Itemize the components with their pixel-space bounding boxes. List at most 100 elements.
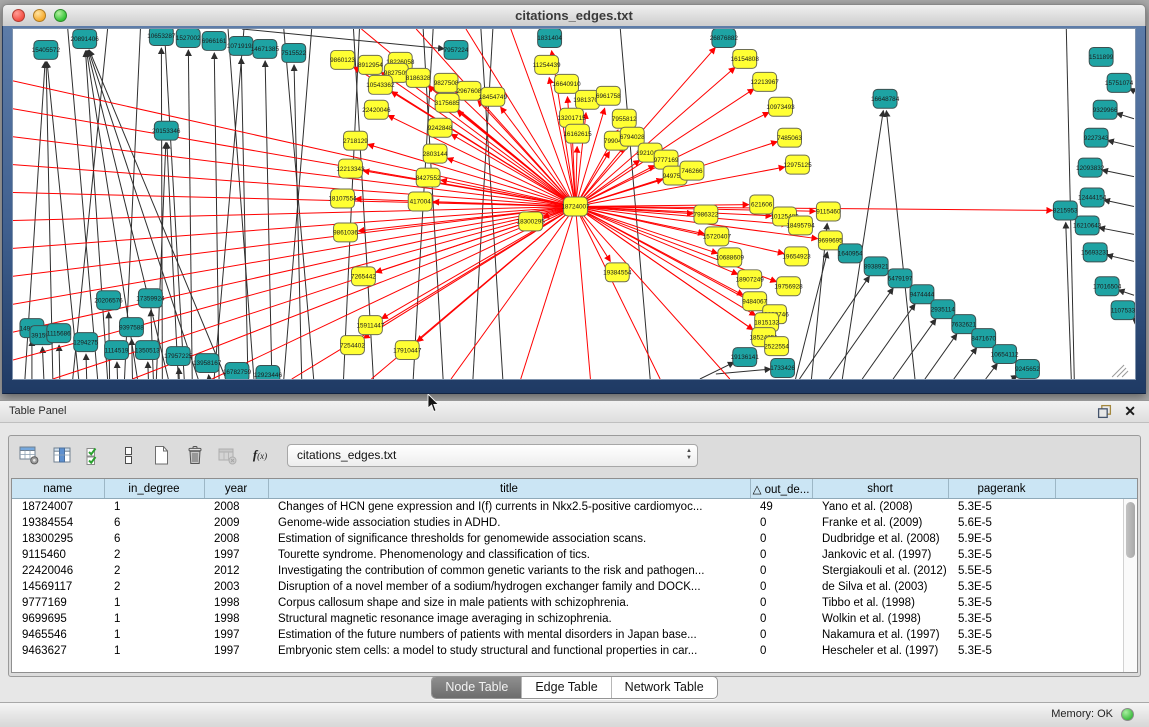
table-cell[interactable]: 1 bbox=[104, 595, 204, 611]
graph-node[interactable]: 8471670 bbox=[971, 329, 996, 348]
table-row[interactable]: 969969511998Structural magnetic resonanc… bbox=[12, 611, 1137, 627]
graph-edge[interactable] bbox=[13, 208, 570, 332]
graph-edge[interactable] bbox=[86, 354, 87, 379]
table-cell[interactable]: 0 bbox=[750, 579, 812, 595]
table-cell[interactable]: 2 bbox=[104, 579, 204, 595]
graph-node[interactable]: 9860123 bbox=[330, 50, 355, 69]
graph-edge[interactable] bbox=[161, 48, 162, 379]
graph-edge[interactable] bbox=[796, 252, 828, 379]
delete-icon[interactable] bbox=[182, 444, 206, 466]
table-cell[interactable]: 0 bbox=[750, 515, 812, 531]
graph-node[interactable]: 9474444 bbox=[910, 285, 935, 304]
table-cell[interactable]: 0 bbox=[750, 595, 812, 611]
graph-node[interactable]: 19654923 bbox=[782, 247, 811, 266]
table-cell[interactable]: 2009 bbox=[204, 515, 268, 531]
graph-edge[interactable] bbox=[1066, 222, 1072, 379]
graph-node[interactable]: 9861036 bbox=[333, 223, 358, 242]
graph-node[interactable]: 6966161 bbox=[202, 31, 227, 50]
graph-edge[interactable] bbox=[117, 362, 118, 379]
table-cell[interactable]: 1997 bbox=[204, 547, 268, 563]
close-window-icon[interactable] bbox=[12, 9, 25, 22]
graph-node[interactable]: 7955812 bbox=[612, 109, 637, 128]
graph-node[interactable]: 1527002 bbox=[176, 29, 201, 47]
graph-edge[interactable] bbox=[73, 29, 108, 379]
graph-node[interactable]: 7515522 bbox=[281, 43, 306, 62]
table-cell[interactable]: 1997 bbox=[204, 627, 268, 643]
graph-node[interactable]: 6479197 bbox=[888, 269, 913, 288]
table-cell[interactable]: 14569117 bbox=[12, 579, 104, 595]
table-cell[interactable]: 0 bbox=[750, 627, 812, 643]
column-header-out_de[interactable]: △ out_de... bbox=[750, 479, 812, 499]
graph-node[interactable]: 16640910 bbox=[552, 74, 581, 93]
select-all-icon[interactable] bbox=[83, 444, 107, 466]
table-cell[interactable]: Yano et al. (2008) bbox=[812, 499, 948, 516]
graph-node[interactable]: 13958167 bbox=[193, 354, 222, 373]
graph-node[interactable]: 26876882 bbox=[710, 29, 739, 47]
table-row[interactable]: 911546021997Tourette syndrome. Phenomeno… bbox=[12, 547, 1137, 563]
table-cell[interactable]: Disruption of a novel member of a sodium… bbox=[268, 579, 750, 595]
float-window-icon[interactable] bbox=[1097, 404, 1112, 419]
graph-node[interactable]: 14671385 bbox=[251, 39, 280, 58]
table-cell[interactable]: 2012 bbox=[204, 563, 268, 579]
table-cell[interactable]: 5.3E-5 bbox=[948, 627, 1055, 643]
graph-edge[interactable] bbox=[214, 29, 244, 379]
table-cell[interactable]: 0 bbox=[750, 547, 812, 563]
table-cell[interactable]: 9115460 bbox=[12, 547, 104, 563]
table-cell[interactable]: Franke et al. (2009) bbox=[812, 515, 948, 531]
zoom-window-icon[interactable] bbox=[54, 9, 67, 22]
function-icon[interactable]: f(x) bbox=[248, 444, 272, 466]
table-cell[interactable]: 9463627 bbox=[12, 643, 104, 659]
graph-node[interactable]: 20891406 bbox=[71, 29, 100, 48]
graph-node[interactable]: 9827508 bbox=[434, 73, 459, 92]
graph-node[interactable]: 22420046 bbox=[362, 100, 391, 119]
table-cell[interactable]: 2008 bbox=[204, 531, 268, 547]
column-header-pagerank[interactable]: pagerank bbox=[948, 479, 1055, 499]
graph-node[interactable]: 20153346 bbox=[152, 121, 181, 140]
table-cell[interactable]: 1 bbox=[104, 611, 204, 627]
table-cell[interactable]: Dudbridge et al. (2008) bbox=[812, 531, 948, 547]
graph-node[interactable]: 16648784 bbox=[871, 89, 900, 108]
table-cell[interactable]: 5.3E-5 bbox=[948, 611, 1055, 627]
graph-edge[interactable] bbox=[1117, 113, 1134, 118]
graph-node[interactable]: 19756928 bbox=[774, 277, 803, 296]
graph-node[interactable]: 10543362 bbox=[366, 75, 395, 94]
graph-node[interactable]: 20206576 bbox=[94, 291, 123, 310]
graph-edge[interactable] bbox=[580, 214, 610, 261]
graph-edge[interactable] bbox=[478, 100, 570, 200]
graph-node[interactable]: 2718129 bbox=[343, 131, 368, 150]
table-cell[interactable]: 6 bbox=[104, 531, 204, 547]
new-file-icon[interactable] bbox=[149, 444, 173, 466]
graph-node[interactable]: 12975125 bbox=[783, 155, 812, 174]
table-cell[interactable]: 2008 bbox=[204, 499, 268, 516]
table-cell[interactable]: 5.3E-5 bbox=[948, 643, 1055, 659]
graph-node[interactable]: 18107554 bbox=[328, 189, 357, 208]
table-cell[interactable]: Corpus callosum shape and size in male p… bbox=[268, 595, 750, 611]
graph-node[interactable]: 19384554 bbox=[603, 263, 632, 282]
graph-edge[interactable] bbox=[581, 147, 624, 200]
graph-node[interactable]: 18454749 bbox=[479, 87, 508, 106]
table-scrollbar[interactable] bbox=[1123, 499, 1137, 672]
table-cell[interactable]: 1998 bbox=[204, 611, 268, 627]
graph-edge[interactable] bbox=[986, 364, 998, 379]
graph-node[interactable]: 18300295 bbox=[517, 212, 546, 231]
table-cell[interactable]: Stergiakouli et al. (2012) bbox=[812, 563, 948, 579]
table-cell[interactable]: Estimation of significance thresholds fo… bbox=[268, 531, 750, 547]
close-panel-icon[interactable]: ✕ bbox=[1124, 402, 1136, 421]
graph-node[interactable]: 17957225 bbox=[164, 347, 193, 366]
graph-node[interactable]: 12093832 bbox=[1076, 158, 1105, 177]
table-cell[interactable]: 5.3E-5 bbox=[948, 579, 1055, 595]
graph-node[interactable]: 15693231 bbox=[1081, 243, 1110, 262]
table-cell[interactable]: 5.3E-5 bbox=[948, 595, 1055, 611]
table-cell[interactable]: 9699695 bbox=[12, 611, 104, 627]
table-cell[interactable]: Jankovic et al. (1997) bbox=[812, 547, 948, 563]
graph-node[interactable]: 15751074 bbox=[1105, 73, 1134, 92]
column-header-title[interactable]: title bbox=[268, 479, 750, 499]
graph-edge[interactable] bbox=[228, 29, 254, 379]
column-header-name[interactable]: name bbox=[12, 479, 104, 499]
tab-edge-table[interactable]: Edge Table bbox=[521, 677, 610, 698]
table-row[interactable]: 946362711997Embryonic stem cells: a mode… bbox=[12, 643, 1137, 659]
table-cell[interactable]: 2003 bbox=[204, 579, 268, 595]
graph-node[interactable]: 10654112 bbox=[991, 345, 1019, 364]
table-cell[interactable]: 5.9E-5 bbox=[948, 531, 1055, 547]
graph-node[interactable]: 1115686 bbox=[47, 324, 71, 343]
